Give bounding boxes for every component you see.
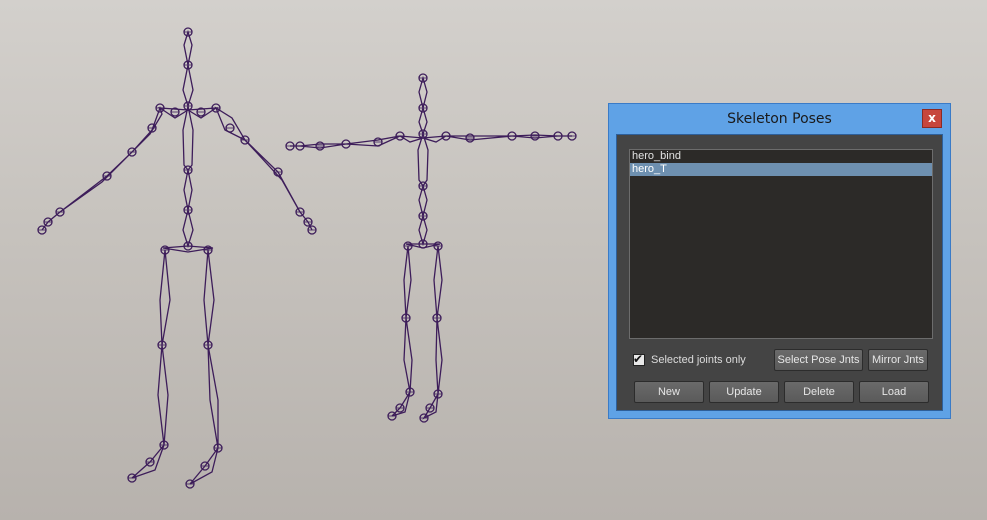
dialog-body: hero_bind hero_T ✔ Selected joints only … [616, 134, 943, 411]
checkmark-icon: ✔ [633, 352, 644, 366]
delete-button[interactable]: Delete [784, 381, 854, 403]
dialog-title: Skeleton Poses [727, 111, 832, 127]
new-button[interactable]: New [634, 381, 704, 403]
selected-joints-only-checkbox[interactable]: ✔ [633, 352, 645, 366]
skeleton-poses-dialog: Skeleton Poses x hero_bind hero_T ✔ Sele… [608, 103, 951, 419]
skeleton-hero-t[interactable] [285, 73, 577, 423]
pose-list[interactable]: hero_bind hero_T [629, 149, 933, 339]
title-bar[interactable]: Skeleton Poses x [609, 104, 950, 134]
mirror-jnts-button[interactable]: Mirror Jnts [868, 349, 928, 371]
select-pose-jnts-button[interactable]: Select Pose Jnts [774, 349, 863, 371]
selected-joints-only-option[interactable]: ✔ Selected joints only [633, 352, 746, 368]
skeleton-hero-bind[interactable] [37, 27, 317, 489]
update-button[interactable]: Update [709, 381, 779, 403]
selected-joints-only-label: Selected joints only [651, 354, 746, 366]
pose-item-hero-bind[interactable]: hero_bind [630, 150, 932, 163]
pose-item-hero-t[interactable]: hero_T [630, 163, 932, 176]
close-button[interactable]: x [922, 109, 942, 128]
load-button[interactable]: Load [859, 381, 929, 403]
